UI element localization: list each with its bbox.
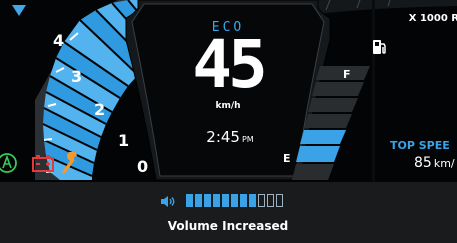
clock-period: PM [241, 135, 254, 144]
volume-segment-off [267, 194, 274, 207]
volume-segment-off [258, 194, 265, 207]
fuel-empty-label: E [283, 152, 291, 165]
volume-segment-on [195, 194, 202, 207]
volume-segment-off [276, 194, 283, 207]
volume-segment-on [213, 194, 220, 207]
top-speed-title: TOP SPEE [390, 139, 450, 152]
tach-tick-1: 1 [118, 131, 130, 150]
fuel-pump-icon [373, 40, 386, 54]
top-speed-readout: 85 km/ [414, 155, 455, 171]
volume-segment-on [249, 194, 256, 207]
speed-readout: 45 [192, 26, 267, 103]
auto-stop-icon [0, 153, 17, 173]
right-divider [372, 0, 375, 182]
tach-scale-label: X 1000 R [408, 13, 457, 24]
tach-tick-3: 3 [71, 67, 83, 86]
top-speed-unit: km/ [433, 157, 455, 170]
fuel-full-label: F [343, 68, 351, 81]
menu-down-arrow-icon[interactable] [12, 5, 26, 16]
clock: 2:45 PM [190, 128, 270, 146]
wrench-icon [62, 152, 77, 174]
tach-tick-2: 2 [94, 100, 106, 119]
top-speed-value: 85 [414, 155, 432, 171]
volume-segment-on [186, 194, 193, 207]
tach-tick-0: 0 [137, 157, 149, 176]
battery-warning-icon [32, 155, 54, 172]
volume-segment-on [240, 194, 247, 207]
speaker-icon [161, 196, 175, 207]
instrument-cluster-screen: X 1000 R 0 1 2 3 4 ECO 45 km/h 2:45 PM F … [0, 0, 457, 243]
tach-tick-4: 4 [53, 31, 65, 50]
volume-segment-on [204, 194, 211, 207]
volume-segment-on [222, 194, 229, 207]
volume-level-bar [186, 194, 283, 207]
volume-segment-on [231, 194, 238, 207]
speed-unit: km/h [215, 101, 241, 111]
clock-time: 2:45 [206, 128, 240, 146]
volume-notification-label: Volume Increased [167, 219, 289, 233]
